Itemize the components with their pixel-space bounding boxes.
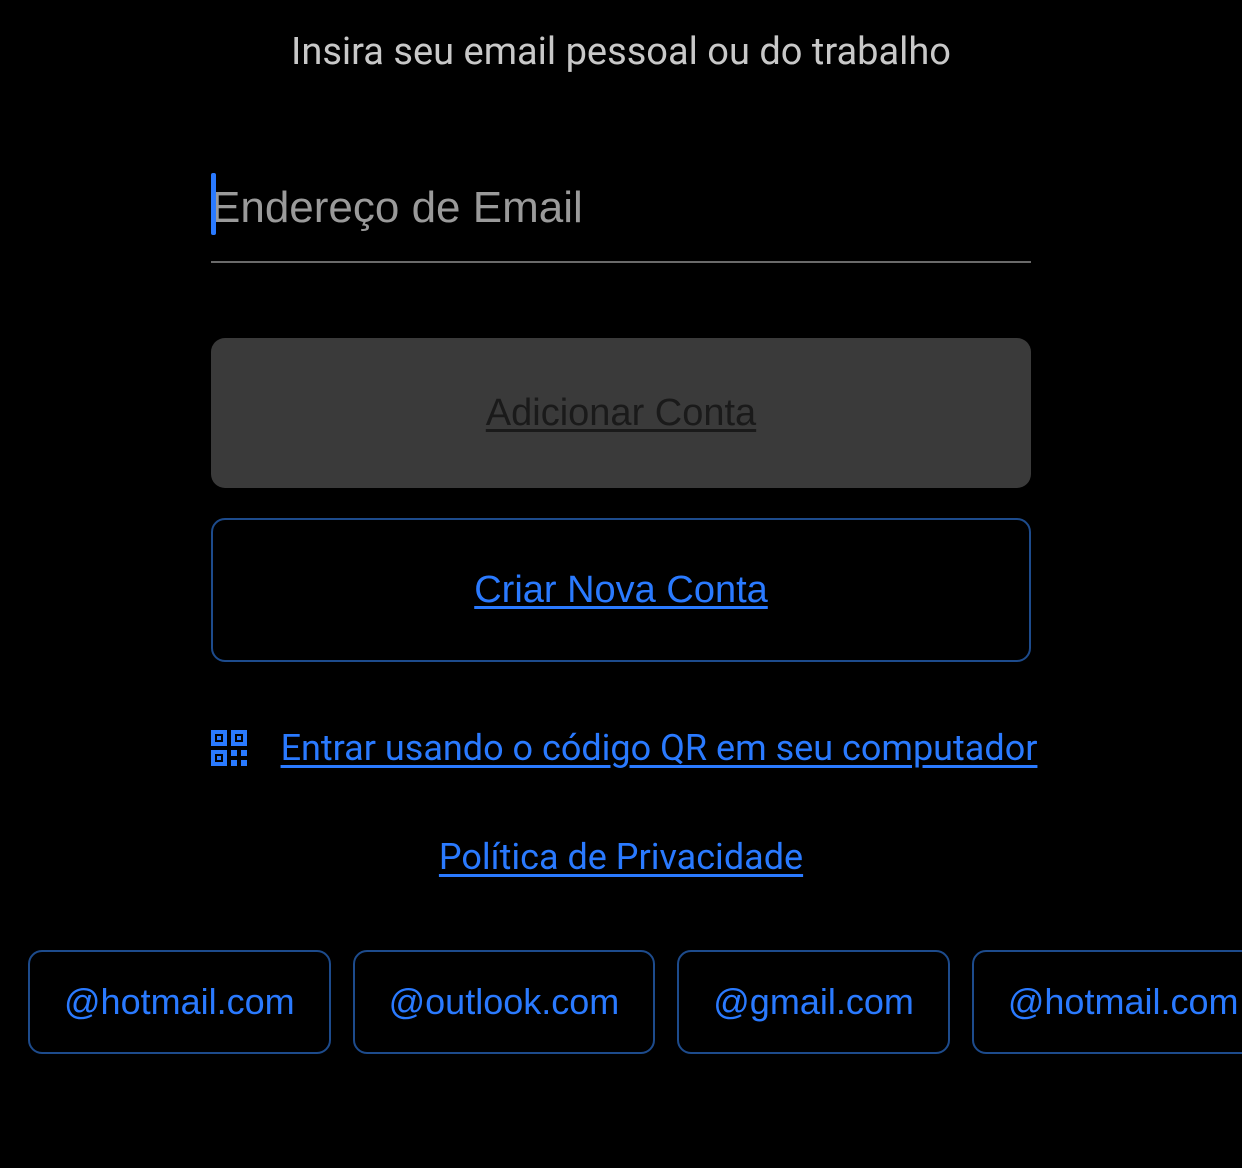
text-cursor [211, 173, 216, 235]
suggestion-chip[interactable]: @hotmail.com [972, 950, 1242, 1054]
suggestion-chip[interactable]: @hotmail.com [28, 950, 331, 1054]
qr-login-link[interactable]: Entrar usando o código QR em seu computa… [205, 724, 1038, 772]
privacy-policy-link[interactable]: Política de Privacidade [439, 836, 803, 878]
create-account-button[interactable]: Criar Nova Conta [211, 518, 1031, 662]
qr-login-label: Entrar usando o código QR em seu computa… [281, 727, 1038, 769]
suggestion-chip[interactable]: @outlook.com [353, 950, 656, 1054]
qr-code-icon [205, 724, 253, 772]
suggestion-chip[interactable]: @gmail.com [677, 950, 950, 1054]
email-input-wrapper [211, 169, 1031, 263]
email-suggestions-row: @hotmail.com @outlook.com @gmail.com @ho… [0, 950, 1242, 1054]
instruction-text: Insira seu email pessoal ou do trabalho [291, 30, 951, 74]
add-account-button[interactable]: Adicionar Conta [211, 338, 1031, 488]
email-field[interactable] [211, 169, 1031, 263]
